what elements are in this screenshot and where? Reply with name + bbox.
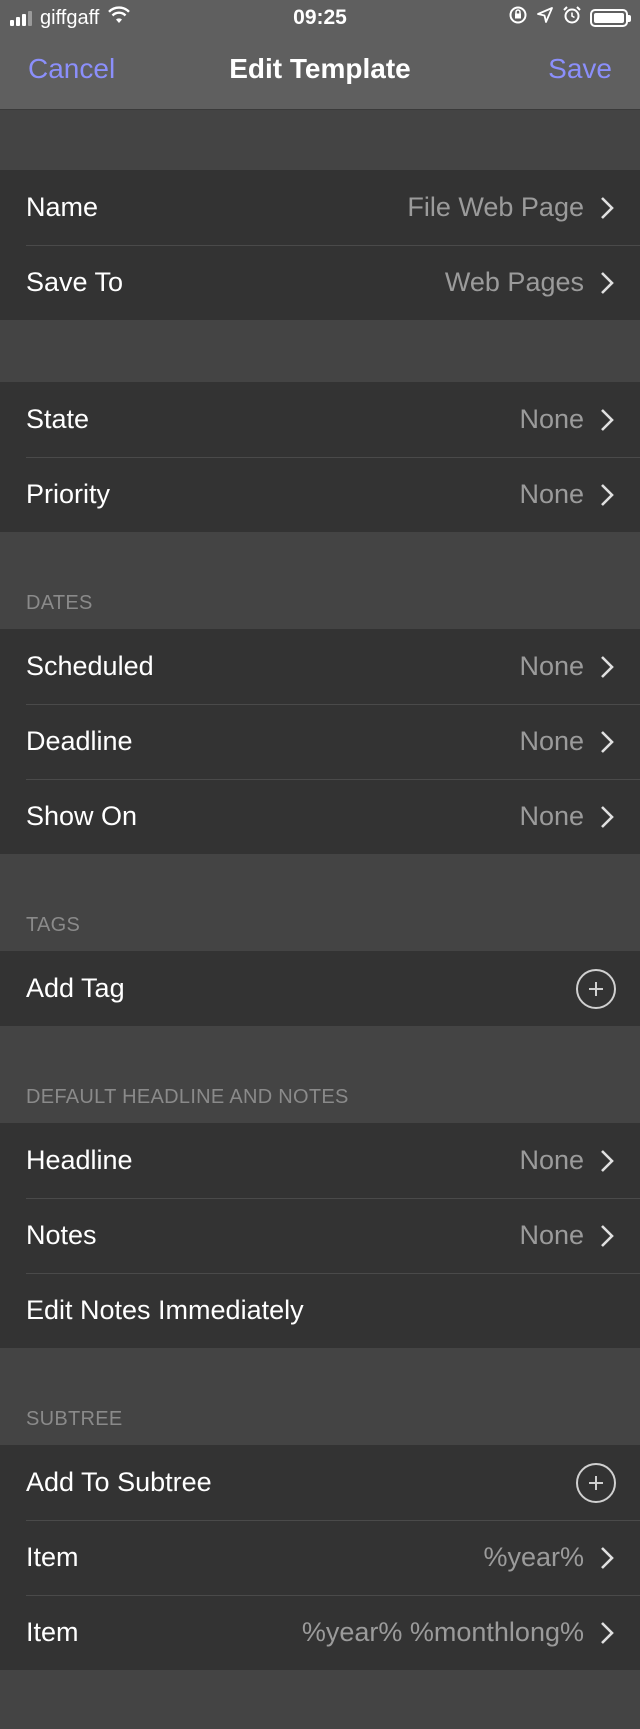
scheduled-row[interactable]: Scheduled None	[0, 629, 640, 704]
dates-section-header: DATES	[26, 592, 93, 614]
row-value: None	[519, 651, 584, 681]
row-label: Deadline	[26, 726, 133, 756]
row-label: Scheduled	[26, 651, 154, 681]
chevron-right-icon	[600, 271, 614, 295]
battery-icon	[590, 9, 631, 27]
headline-row[interactable]: Headline None	[0, 1123, 640, 1198]
save-to-row[interactable]: Save To Web Pages	[0, 245, 640, 320]
row-label: Item	[26, 1542, 79, 1572]
chevron-right-icon	[600, 1149, 614, 1173]
headline-section-header: DEFAULT HEADLINE AND NOTES	[26, 1086, 349, 1108]
priority-row[interactable]: Priority None	[0, 457, 640, 532]
row-value: None	[519, 726, 584, 756]
row-label: State	[26, 404, 90, 434]
navigation-bar: Cancel Edit Template Save	[0, 37, 640, 109]
row-value: None	[519, 404, 584, 434]
state-group: State None Priority None	[0, 382, 640, 532]
subtree-section-header: SUBTREE	[26, 1408, 123, 1430]
row-label: Priority	[26, 479, 111, 509]
row-label: Add Tag	[26, 973, 125, 1003]
row-value: File Web Page	[407, 192, 584, 222]
chevron-right-icon	[600, 1224, 614, 1248]
row-label: Notes	[26, 1220, 97, 1250]
row-value: None	[519, 479, 584, 509]
row-label: Edit Notes Immediately	[26, 1295, 304, 1325]
chevron-right-icon	[600, 483, 614, 507]
row-label: Item	[26, 1617, 79, 1647]
subtree-item-row[interactable]: Item %year% %monthlong%	[0, 1595, 640, 1670]
dates-group: Scheduled None Deadline None Show On Non…	[0, 629, 640, 854]
row-value: %year%	[483, 1542, 584, 1572]
chevron-right-icon	[600, 1546, 614, 1570]
deadline-row[interactable]: Deadline None	[0, 704, 640, 779]
rotation-lock-icon	[508, 5, 528, 31]
notes-row[interactable]: Notes None	[0, 1198, 640, 1273]
chevron-right-icon	[600, 408, 614, 432]
row-value: None	[519, 801, 584, 831]
headline-group: Headline None Notes None Edit Notes Imme…	[0, 1123, 640, 1348]
add-circle-icon[interactable]	[576, 1462, 616, 1503]
row-label: Add To Subtree	[26, 1467, 212, 1497]
row-label: Show On	[26, 801, 138, 831]
status-right	[508, 5, 631, 31]
row-label: Headline	[26, 1145, 133, 1175]
subtree-group: Add To Subtree Item %year% Item %year% %…	[0, 1445, 640, 1670]
chevron-right-icon	[600, 655, 614, 679]
chevron-right-icon	[600, 805, 614, 829]
state-row[interactable]: State None	[0, 382, 640, 457]
add-tag-row[interactable]: Add Tag	[0, 951, 640, 1026]
subtree-item-row[interactable]: Item %year%	[0, 1520, 640, 1595]
general-group: Name File Web Page Save To Web Pages	[0, 170, 640, 320]
edit-notes-immediately-row[interactable]: Edit Notes Immediately	[0, 1273, 640, 1348]
save-button[interactable]: Save	[548, 53, 612, 85]
tags-group: Add Tag	[0, 951, 640, 1026]
show-on-row[interactable]: Show On None	[0, 779, 640, 854]
row-value: None	[519, 1145, 584, 1175]
chevron-right-icon	[600, 730, 614, 754]
row-value: Web Pages	[444, 267, 584, 297]
row-value: None	[519, 1220, 584, 1250]
chevron-right-icon	[600, 196, 614, 220]
page-title: Edit Template	[229, 53, 411, 84]
tags-section-header: TAGS	[26, 914, 81, 936]
name-row[interactable]: Name File Web Page	[0, 170, 640, 245]
top-bar: giffgaff 09:25 Cancel Edit Template Save	[0, 0, 640, 110]
row-label: Save To	[26, 267, 124, 297]
location-icon	[536, 6, 554, 30]
row-value: %year% %monthlong%	[301, 1617, 584, 1647]
alarm-icon	[562, 5, 582, 31]
add-to-subtree-row[interactable]: Add To Subtree	[0, 1445, 640, 1520]
chevron-right-icon	[600, 1621, 614, 1645]
add-circle-icon[interactable]	[576, 968, 616, 1009]
row-label: Name	[26, 192, 99, 222]
status-bar: giffgaff 09:25	[0, 0, 640, 37]
